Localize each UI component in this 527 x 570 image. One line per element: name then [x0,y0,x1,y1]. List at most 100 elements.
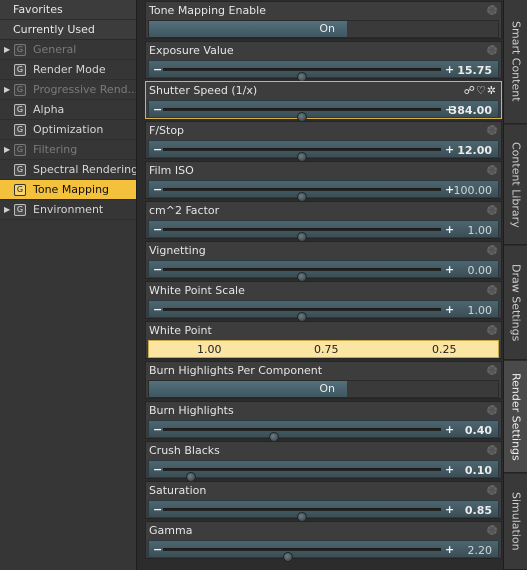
slider-track[interactable] [163,548,441,562]
gear-icon[interactable] [487,205,497,215]
burn-highlights-slider[interactable]: − + 0.40 [148,420,499,442]
decrement-button[interactable]: − [153,463,162,476]
slider-track[interactable] [163,188,441,202]
white-point-scale-slider[interactable]: − + 1.00 [148,300,499,322]
property-action-icons[interactable]: ☍♡✲ [464,84,497,97]
property-exposure-value: Exposure Value − + 15.75 [145,41,502,82]
slider-value[interactable]: 12.00 [457,144,492,157]
increment-button[interactable]: + [445,503,454,516]
expand-arrow-icon[interactable]: ▶ [4,140,10,159]
slider-value[interactable]: 2.20 [468,544,493,557]
sidebar-item-tone-mapping[interactable]: G Tone Mapping [0,180,136,200]
expand-arrow-icon[interactable]: ▶ [4,40,10,59]
slider-track[interactable] [163,68,441,82]
tab-draw-settings[interactable]: Draw Settings [504,246,527,360]
gamma-slider[interactable]: − + 2.20 [148,540,499,562]
decrement-button[interactable]: − [153,503,162,516]
increment-button[interactable]: + [445,223,454,236]
increment-button[interactable]: + [445,423,454,436]
expand-arrow-icon[interactable]: ▶ [4,200,10,219]
gear-icon[interactable]: ✲ [487,84,497,97]
sidebar-item-render-mode[interactable]: G Render Mode [0,60,136,80]
sidebar-item-environment[interactable]: ▶ G Environment [0,200,136,220]
slider-track[interactable] [163,308,441,322]
decrement-button[interactable]: − [153,423,162,436]
saturation-slider[interactable]: − + 0.85 [148,500,499,522]
group-icon: G [14,184,26,196]
slider-track[interactable] [163,468,441,482]
tab-smart-content[interactable]: Smart Content [504,0,527,124]
color-b-value[interactable]: 0.25 [432,343,457,356]
link-icon[interactable]: ☍ [464,84,476,97]
slider-value[interactable]: 0.40 [465,424,492,437]
cm2-factor-slider[interactable]: − + 1.00 [148,220,499,242]
decrement-button[interactable]: − [153,183,162,196]
slider-knob[interactable] [283,552,294,562]
slider-track[interactable] [163,428,441,442]
tab-render-settings[interactable]: Render Settings [504,361,527,473]
increment-button[interactable]: + [445,303,454,316]
slider-value[interactable]: 1.00 [468,304,493,317]
gear-icon[interactable] [487,405,497,415]
sidebar-item-spectral-rendering[interactable]: G Spectral Rendering [0,160,136,180]
sidebar-item-optimization[interactable]: G Optimization [0,120,136,140]
property-title: Saturation [149,484,207,497]
sidebar-favorites[interactable]: Favorites [0,0,136,20]
slider-track[interactable] [163,228,441,242]
slider-value[interactable]: 15.75 [457,64,492,77]
color-r-value[interactable]: 1.00 [197,343,222,356]
sidebar-item-progressive-rendering[interactable]: ▶ G Progressive Rend... [0,80,136,100]
slider-track[interactable] [163,268,441,282]
increment-button[interactable]: + [445,463,454,476]
slider-value[interactable]: 384.00 [450,104,492,117]
slider-track[interactable] [163,508,441,522]
gear-icon[interactable] [487,325,497,335]
gear-icon[interactable] [487,525,497,535]
sidebar-item-filtering[interactable]: ▶ G Filtering [0,140,136,160]
heart-icon[interactable]: ♡ [476,84,487,97]
gear-icon[interactable] [487,365,497,375]
sidebar-currently-used[interactable]: Currently Used [0,20,136,40]
crush-blacks-slider[interactable]: − + 0.10 [148,460,499,482]
white-point-color-field[interactable]: 1.00 0.75 0.25 [148,340,499,358]
decrement-button[interactable]: − [153,543,162,556]
decrement-button[interactable]: − [153,143,162,156]
decrement-button[interactable]: − [153,63,162,76]
gear-icon[interactable] [487,445,497,455]
exposure-value-slider[interactable]: − + 15.75 [148,60,499,82]
sidebar-item-general[interactable]: ▶ G General [0,40,136,60]
tab-simulation[interactable]: Simulation [504,474,527,570]
decrement-button[interactable]: − [153,263,162,276]
slider-track[interactable] [163,108,441,122]
sidebar-item-alpha[interactable]: G Alpha [0,100,136,120]
slider-value[interactable]: 0.10 [465,464,492,477]
gear-icon[interactable] [487,285,497,295]
expand-arrow-icon[interactable]: ▶ [4,80,10,99]
slider-value[interactable]: 1.00 [468,224,493,237]
decrement-button[interactable]: − [153,103,162,116]
gear-icon[interactable] [487,5,497,15]
gear-icon[interactable] [487,125,497,135]
tab-content-library[interactable]: Content Library [504,125,527,245]
shutter-speed-slider[interactable]: − + 384.00 [148,100,499,122]
gear-icon[interactable] [487,485,497,495]
gear-icon[interactable] [487,245,497,255]
slider-value[interactable]: 0.85 [465,504,492,517]
gear-icon[interactable] [487,45,497,55]
slider-value[interactable]: 100.00 [454,184,493,197]
slider-value[interactable]: 0.00 [468,264,493,277]
decrement-button[interactable]: − [153,303,162,316]
slider-track[interactable] [163,148,441,162]
film-iso-slider[interactable]: − + 100.00 [148,180,499,202]
vignetting-slider[interactable]: − + 0.00 [148,260,499,282]
increment-button[interactable]: + [445,143,454,156]
gear-icon[interactable] [487,165,497,175]
increment-button[interactable]: + [445,263,454,276]
color-g-value[interactable]: 0.75 [314,343,339,356]
f-stop-slider[interactable]: − + 12.00 [148,140,499,162]
increment-button[interactable]: + [445,63,454,76]
burn-highlights-per-component-toggle[interactable]: On [148,380,499,398]
tone-mapping-enable-toggle[interactable]: On [148,20,499,38]
decrement-button[interactable]: − [153,223,162,236]
increment-button[interactable]: + [445,543,454,556]
